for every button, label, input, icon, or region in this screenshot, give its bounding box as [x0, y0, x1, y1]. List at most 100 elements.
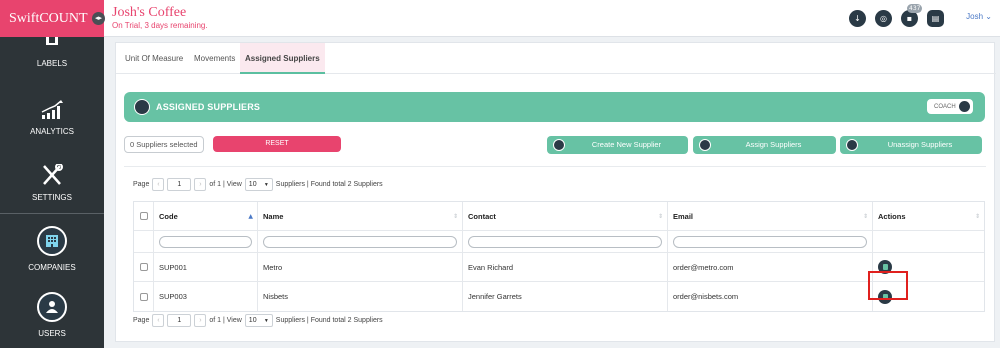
brand-logo[interactable]: SwiftCOUNT: [0, 0, 104, 37]
unassign-suppliers-icon: [846, 139, 858, 151]
assign-suppliers-icon: [699, 139, 711, 151]
chevron-down-icon: ▼: [263, 181, 269, 188]
trial-status: On Trial, 3 days remaining.: [112, 21, 208, 30]
select-all-checkbox[interactable]: [139, 212, 148, 220]
tab-movements[interactable]: Movements: [194, 54, 235, 63]
assign-suppliers-label: Assign Suppliers: [745, 140, 802, 149]
create-supplier-icon: [553, 139, 565, 151]
unassign-suppliers-button[interactable]: Unassign Suppliers: [840, 136, 982, 154]
next-page-button[interactable]: ›: [194, 314, 207, 327]
page-label: Page: [133, 181, 150, 188]
tab-unit-of-measure[interactable]: Unit Of Measure: [125, 54, 183, 63]
companies-icon: [0, 225, 104, 257]
page-input[interactable]: 1: [167, 178, 192, 191]
section-title: ASSIGNED SUPPLIERS: [156, 102, 261, 112]
column-email[interactable]: Email ⇕: [668, 202, 873, 230]
selected-count: 0 Suppliers selected: [124, 136, 204, 153]
page-input[interactable]: 1: [167, 314, 192, 327]
table-row[interactable]: SUP003 Nisbets Jennifer Garrets order@ni…: [134, 282, 984, 311]
sidebar-item-labels[interactable]: LABELS: [0, 35, 104, 68]
select-all-cell: [134, 202, 154, 230]
per-page-value: 10: [248, 317, 257, 324]
assign-suppliers-button[interactable]: Assign Suppliers: [693, 136, 836, 154]
sidebar-item-label: LABELS: [36, 59, 68, 68]
cell-name: Metro: [258, 253, 463, 281]
unassign-suppliers-label: Unassign Suppliers: [887, 140, 953, 149]
sidebar: LABELS ANALYTICS SETTINGS COMPANIES USER…: [0, 37, 104, 348]
create-supplier-button[interactable]: Create New Supplier: [547, 136, 688, 154]
filter-code-input[interactable]: [159, 235, 252, 248]
column-code[interactable]: Code ▲: [154, 202, 258, 230]
sidebar-item-users[interactable]: USERS: [0, 291, 104, 338]
tab-assigned-suppliers[interactable]: Assigned Suppliers: [240, 43, 325, 74]
pager-top: Page ‹ 1 › of 1 | View 10 ▼ Suppliers | …: [133, 178, 383, 191]
cell-email: order@metro.com: [668, 253, 873, 281]
highlight-box: [868, 271, 908, 300]
users-icon: [0, 291, 104, 323]
per-page-select[interactable]: 10 ▼: [244, 314, 273, 327]
main-panel: Unit Of Measure Movements Assigned Suppl…: [115, 42, 996, 342]
divider: [124, 166, 986, 167]
filter-name-cell: [258, 231, 463, 252]
sidebar-item-settings[interactable]: SETTINGS: [0, 163, 104, 202]
reset-button[interactable]: RESET: [213, 136, 341, 152]
filter-email-input[interactable]: [673, 235, 867, 248]
row-checkbox[interactable]: [139, 263, 148, 271]
column-contact[interactable]: Contact ⇕: [463, 202, 668, 230]
cell-contact: Evan Richard: [463, 253, 668, 281]
sort-icon: ⇕: [452, 212, 458, 220]
filter-contact-input[interactable]: [468, 235, 662, 248]
cell-contact: Jennifer Garrets: [463, 282, 668, 311]
column-name[interactable]: Name ⇕: [258, 202, 463, 230]
create-supplier-label: Create New Supplier: [591, 140, 662, 149]
filter-name-input[interactable]: [263, 235, 457, 248]
filter-code-cell: [154, 231, 258, 252]
menu-toggle-icon: ◂▸: [94, 14, 103, 22]
sidebar-item-label: USERS: [38, 329, 66, 338]
page-of-text: of 1 | View: [209, 317, 242, 324]
coach-button[interactable]: COACH: [927, 99, 973, 114]
company-name[interactable]: Josh's Coffee: [112, 6, 208, 20]
settings-icon: [0, 163, 104, 187]
menu-toggle-button[interactable]: ◂▸: [92, 12, 105, 25]
sidebar-item-analytics[interactable]: ANALYTICS: [0, 99, 104, 136]
per-page-select[interactable]: 10 ▼: [244, 178, 273, 191]
filter-actions-cell: [873, 231, 984, 252]
tab-bar: Unit Of Measure Movements Assigned Suppl…: [116, 43, 996, 74]
sort-icon: ⇕: [657, 212, 663, 220]
notification-badge: 437: [907, 4, 923, 13]
filter-spacer: [134, 231, 154, 252]
prev-page-button[interactable]: ‹: [152, 314, 165, 327]
cell-name: Nisbets: [258, 282, 463, 311]
row-select-cell: [134, 282, 154, 311]
sidebar-item-label: SETTINGS: [31, 193, 72, 202]
sort-icon: ⇕: [974, 212, 980, 220]
next-page-button[interactable]: ›: [194, 178, 207, 191]
coach-label: COACH: [934, 103, 956, 110]
prev-page-button[interactable]: ‹: [152, 178, 165, 191]
globe-icon[interactable]: ◎: [875, 10, 892, 27]
top-icons: ↓ ◎ 437 ▪ ▤: [849, 4, 944, 27]
suppliers-table: Code ▲ Name ⇕ Contact ⇕ Email ⇕ Actions ⇕ SUP…: [133, 201, 985, 312]
filter-email-cell: [668, 231, 873, 252]
notifications-icon[interactable]: 437 ▪: [901, 4, 923, 27]
chevron-down-icon: ⌄: [985, 12, 992, 21]
sidebar-item-companies[interactable]: COMPANIES: [0, 225, 104, 272]
download-icon[interactable]: ↓: [849, 10, 866, 27]
row-select-cell: [134, 253, 154, 281]
column-actions: Actions ⇕: [873, 202, 984, 230]
table-header-row: Code ▲ Name ⇕ Contact ⇕ Email ⇕ Actions ⇕: [134, 202, 984, 231]
row-checkbox[interactable]: [139, 292, 148, 301]
filter-row: [134, 231, 984, 253]
sidebar-item-label: COMPANIES: [28, 263, 76, 272]
pager-summary: Suppliers | Found total 2 Suppliers: [275, 181, 383, 188]
pager-bottom: Page ‹ 1 › of 1 | View 10 ▼ Suppliers | …: [133, 314, 383, 327]
clipboard-icon[interactable]: ▤: [927, 10, 944, 27]
user-menu[interactable]: Josh ⌄: [966, 12, 992, 21]
filter-contact-cell: [463, 231, 668, 252]
table-row[interactable]: SUP001 Metro Evan Richard order@metro.co…: [134, 253, 984, 282]
company-info: Josh's Coffee On Trial, 3 days remaining…: [112, 6, 208, 31]
column-name-label: Name: [263, 211, 284, 221]
sort-asc-icon: ▲: [248, 212, 253, 220]
cell-email: order@nisbets.com: [668, 282, 873, 311]
